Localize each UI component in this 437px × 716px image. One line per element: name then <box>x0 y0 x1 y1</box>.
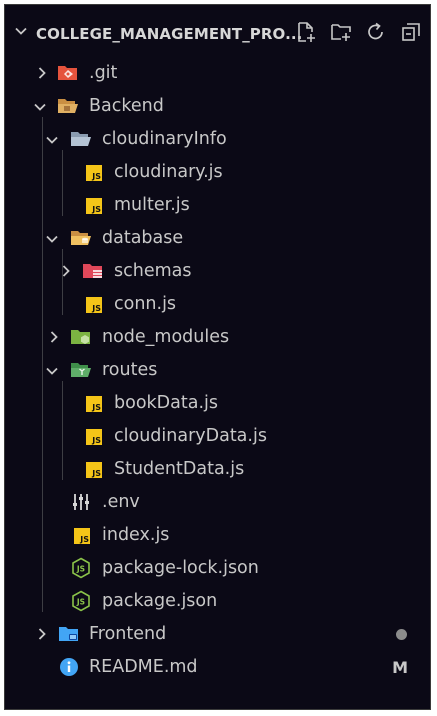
chevron-down-icon <box>46 367 58 375</box>
open-folder-icon <box>70 128 92 150</box>
tree-item-schemas[interactable]: schemas <box>5 255 430 288</box>
new-file-icon <box>297 21 315 42</box>
settings-sliders-icon <box>70 491 92 513</box>
database-folder-icon <box>70 227 92 249</box>
tree-item-label: database <box>102 228 184 248</box>
explorer-header: COLLEGE_MANAGEMENT_PRO... <box>5 5 430 57</box>
tree-item-bookdata-js[interactable]: JS bookData.js <box>5 387 430 420</box>
new-folder-icon <box>330 23 351 41</box>
tree-item-label: package.json <box>102 591 218 611</box>
tree-item-index-js[interactable]: JS index.js <box>5 519 430 552</box>
javascript-file-icon: JS <box>83 162 105 184</box>
tree-item-cloudinaryinfo[interactable]: cloudinaryInfo <box>5 123 430 156</box>
chevron-down-icon[interactable] <box>13 23 29 39</box>
tree-item-database[interactable]: database <box>5 222 430 255</box>
tree-item-package-lock-json[interactable]: JS package-lock.json <box>5 552 430 585</box>
new-folder-button[interactable] <box>329 20 352 43</box>
explorer-panel: COLLEGE_MANAGEMENT_PRO... .git Backend c… <box>4 4 431 710</box>
collapse-all-button[interactable] <box>399 20 422 43</box>
svg-text:JS: JS <box>76 598 85 607</box>
javascript-file-icon: JS <box>83 294 105 316</box>
tree-item-label: bookData.js <box>114 393 218 413</box>
new-file-button[interactable] <box>294 20 317 43</box>
chevron-right-icon <box>50 331 58 343</box>
chevron-right-icon <box>38 628 46 640</box>
node-modules-folder-icon <box>70 326 92 348</box>
schema-folder-icon <box>82 260 104 282</box>
tree-item-frontend[interactable]: Frontend <box>5 618 430 651</box>
collapse-all-icon <box>401 22 420 41</box>
refresh-button[interactable] <box>364 20 387 43</box>
tree-item-label: .env <box>102 492 140 512</box>
tree-item-multer-js[interactable]: JS multer.js <box>5 189 430 222</box>
tree-item-label: Frontend <box>89 624 167 644</box>
javascript-file-icon: JS <box>71 525 93 547</box>
frontend-folder-icon <box>58 623 80 645</box>
tree-item-label: Backend <box>89 96 164 116</box>
tree-item-label: node_modules <box>102 327 230 347</box>
tree-item-git[interactable]: .git <box>5 57 430 90</box>
routes-folder-icon <box>70 359 92 381</box>
chevron-right-icon <box>62 265 70 277</box>
nodejs-icon: JS <box>70 557 92 579</box>
tree-item-label: schemas <box>114 261 192 281</box>
refresh-icon <box>367 22 383 39</box>
tree-item-label: cloudinaryData.js <box>114 426 267 446</box>
javascript-file-icon: JS <box>83 393 105 415</box>
tree-item-conn-js[interactable]: JS conn.js <box>5 288 430 321</box>
tree-item-label: cloudinaryInfo <box>102 129 227 149</box>
tree-item-label: routes <box>102 360 158 380</box>
chevron-right-icon <box>38 67 46 79</box>
tree-item-label: cloudinary.js <box>114 162 223 182</box>
tree-item-label: package-lock.json <box>102 558 259 578</box>
open-folder-icon <box>57 95 79 117</box>
project-title[interactable]: COLLEGE_MANAGEMENT_PRO... <box>36 25 302 43</box>
tree-item-label: index.js <box>102 525 170 545</box>
chevron-down-icon <box>46 136 58 144</box>
nodejs-icon: JS <box>70 590 92 612</box>
tree-item-label: multer.js <box>114 195 190 215</box>
explorer-actions <box>294 20 422 43</box>
tree-item-studentdata-js[interactable]: JS StudentData.js <box>5 453 430 486</box>
chevron-down-icon <box>34 103 46 111</box>
modified-badge: M <box>392 658 408 677</box>
tree-item-label: .git <box>89 63 118 83</box>
javascript-file-icon: JS <box>83 195 105 217</box>
info-icon <box>58 656 80 678</box>
tree-item-label: README.md <box>89 657 198 677</box>
tree-item-label: conn.js <box>114 294 177 314</box>
tree-item-label: StudentData.js <box>114 459 245 479</box>
javascript-file-icon: JS <box>83 459 105 481</box>
svg-text:JS: JS <box>76 565 85 574</box>
tree-item-node-modules[interactable]: node_modules <box>5 321 430 354</box>
tree-item-routes[interactable]: routes <box>5 354 430 387</box>
modified-dot-badge <box>396 629 407 640</box>
tree-item-readme[interactable]: README.md M <box>5 651 430 684</box>
chevron-down-icon <box>46 235 58 243</box>
tree-item-backend[interactable]: Backend <box>5 90 430 123</box>
javascript-file-icon: JS <box>83 426 105 448</box>
tree-item-env[interactable]: .env <box>5 486 430 519</box>
tree-item-cloudinarydata-js[interactable]: JS cloudinaryData.js <box>5 420 430 453</box>
tree-item-cloudinary-js[interactable]: JS cloudinary.js <box>5 156 430 189</box>
tree-item-package-json[interactable]: JS package.json <box>5 585 430 618</box>
git-folder-icon <box>57 62 79 84</box>
